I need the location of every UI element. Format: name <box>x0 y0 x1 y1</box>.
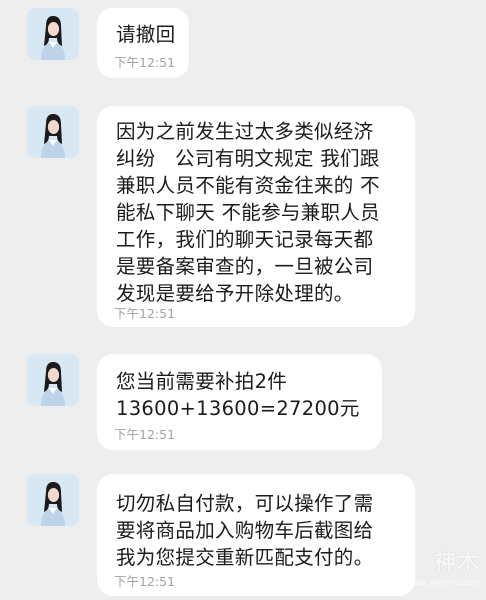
sender-avatar[interactable] <box>27 106 79 158</box>
message-time: 下午12:51 <box>114 574 176 589</box>
message-bubble[interactable]: 因为之前发生过太多类似经济 纠纷 公司有明文规定 我们跟 兼职人员不能有资金往来… <box>97 106 415 327</box>
woman-portrait-icon <box>27 8 79 60</box>
message-bubble[interactable]: 请撤回 下午12:51 <box>97 8 189 78</box>
message-bubble[interactable]: 切勿私自付款，可以操作了需 要将商品加入购物车后截图给 我为您提交重新匹配支付的… <box>97 474 415 596</box>
chat-screen: 请撤回 下午12:51 因为之前发生过太多类似经济 纠纷 公司有明文规定 我们跟… <box>0 0 486 600</box>
woman-portrait-icon <box>27 354 79 406</box>
message-text: 请撤回 <box>116 23 176 46</box>
message-bubble[interactable]: 您当前需要补拍2件 13600+13600=27200元 下午12:51 <box>97 354 382 450</box>
message-text: 您当前需要补拍2件 13600+13600=27200元 <box>116 370 360 420</box>
message-time: 下午12:51 <box>114 55 176 70</box>
woman-portrait-icon <box>27 106 79 158</box>
message-time: 下午12:51 <box>114 427 176 442</box>
sender-avatar[interactable] <box>27 8 79 60</box>
sender-avatar[interactable] <box>27 354 79 406</box>
message-text: 因为之前发生过太多类似经济 纠纷 公司有明文规定 我们跟 兼职人员不能有资金往来… <box>116 120 380 305</box>
sender-avatar[interactable] <box>27 474 79 526</box>
woman-portrait-icon <box>27 474 79 526</box>
message-text: 切勿私自付款，可以操作了需 要将商品加入购物车后截图给 我为您提交重新匹配支付的… <box>116 492 374 569</box>
message-time: 下午12:51 <box>114 306 176 321</box>
watermark-text: 神木 <box>433 550 480 575</box>
watermark-subtext: hao shenmu.com <box>410 578 480 587</box>
